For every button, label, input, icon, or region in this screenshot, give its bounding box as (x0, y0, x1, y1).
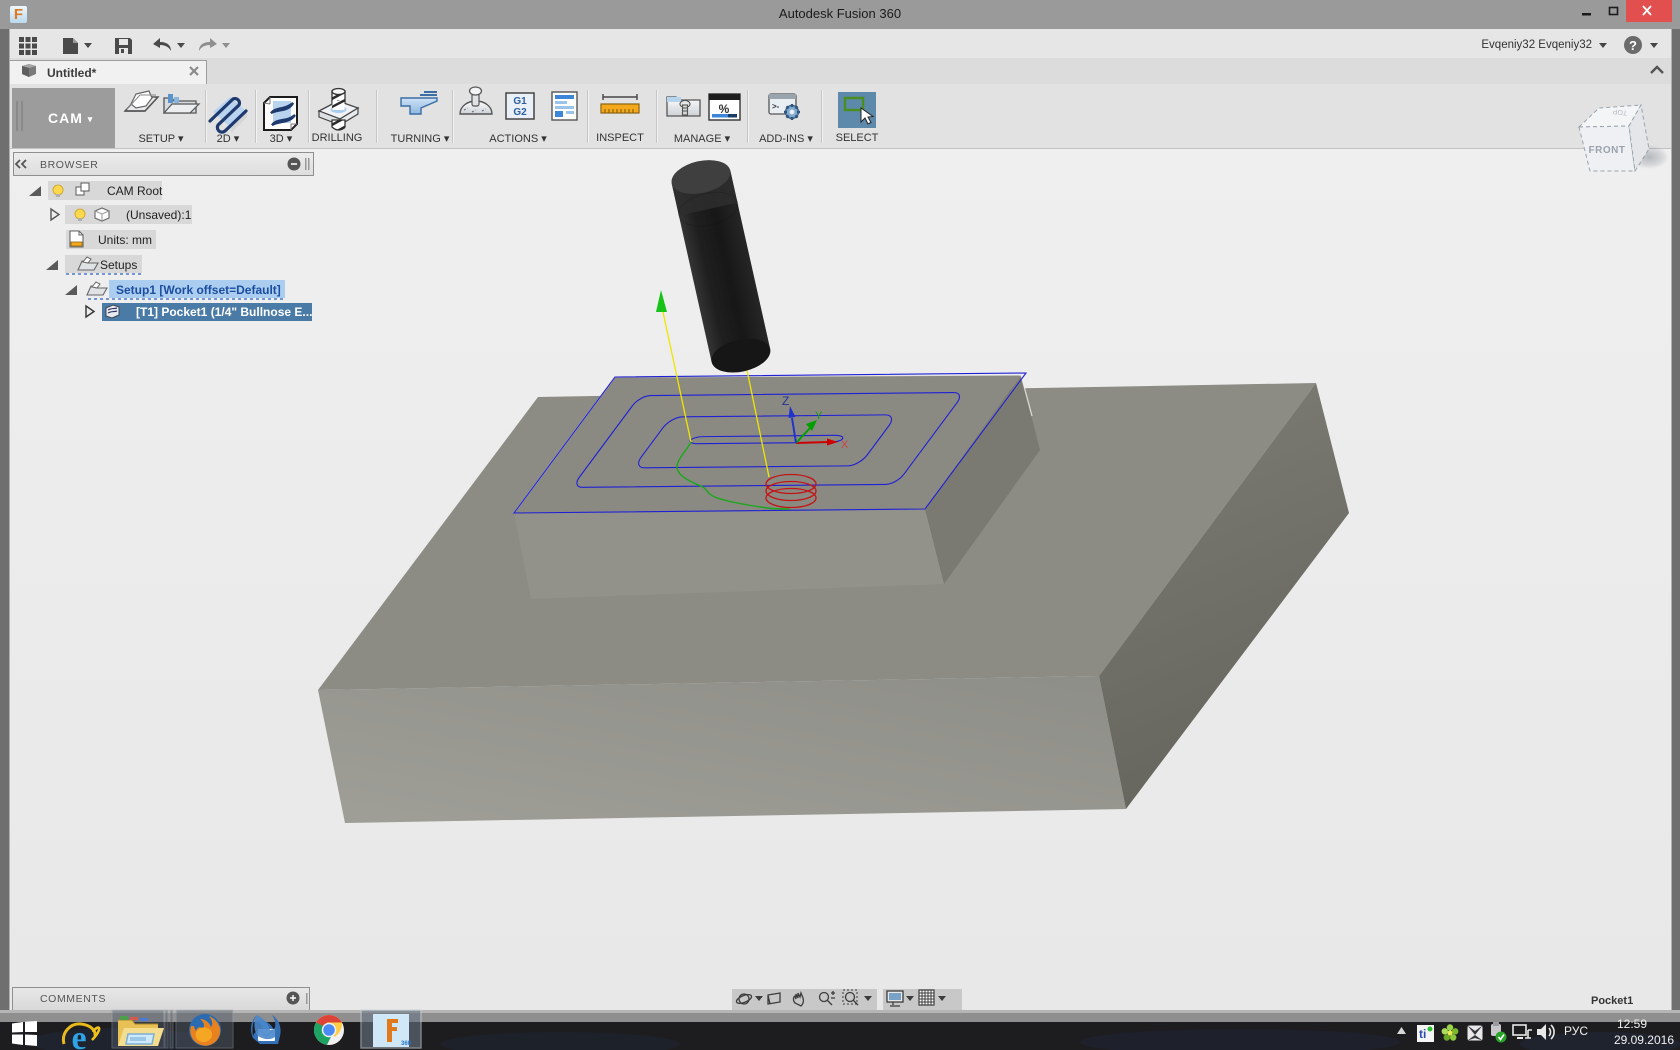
svg-text:CAM Root: CAM Root (107, 184, 163, 198)
svg-text:ti: ti (1419, 1027, 1426, 1041)
svg-text:12:59: 12:59 (1617, 1017, 1647, 1031)
svg-text:(Unsaved):1: (Unsaved):1 (126, 208, 192, 222)
svg-text:Setups: Setups (100, 258, 137, 272)
svg-text:[T1] Pocket1 (1/4" Bullnose E.: [T1] Pocket1 (1/4" Bullnose E... (136, 305, 312, 319)
svg-text:X: X (841, 439, 849, 451)
svg-text:Setup1 [Work offset=Default]: Setup1 [Work offset=Default] (116, 283, 281, 297)
svg-text:Units: mm: Units: mm (98, 233, 152, 247)
svg-text:29.09.2016: 29.09.2016 (1614, 1033, 1674, 1047)
svg-text:360: 360 (401, 1041, 412, 1047)
svg-text:РУС: РУС (1564, 1024, 1588, 1038)
svg-text:COMMENTS: COMMENTS (40, 993, 106, 1005)
svg-text:Y: Y (815, 410, 823, 422)
svg-text:Z: Z (782, 394, 789, 408)
svg-text:FRONT: FRONT (1589, 145, 1626, 156)
svg-text:BROWSER: BROWSER (40, 159, 98, 171)
